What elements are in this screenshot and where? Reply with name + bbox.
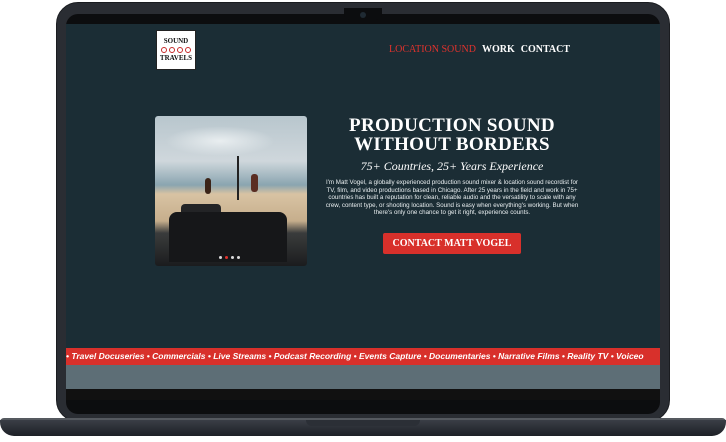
hero-photo-carousel[interactable]: [155, 116, 307, 266]
logo-reels-icon: [161, 47, 191, 53]
contact-button[interactable]: CONTACT MATT VOGEL: [382, 232, 522, 254]
screen-bottom: [66, 389, 660, 400]
site-logo[interactable]: SOUND TRAVELS: [156, 30, 196, 70]
logo-bottom-text: TRAVELS: [159, 54, 193, 62]
nav-location-sound[interactable]: LOCATION SOUND: [389, 44, 476, 55]
photo-sound-gear: [169, 212, 287, 262]
carousel-dot[interactable]: [219, 256, 222, 259]
carousel-dot[interactable]: [237, 256, 240, 259]
laptop-thumb-notch: [306, 420, 420, 426]
carousel-dot-active[interactable]: [225, 256, 228, 259]
laptop-frame: SOUND TRAVELS LOCATION SOUND WORK CONTAC…: [0, 0, 726, 442]
logo-top-text: SOUND: [163, 37, 189, 45]
services-ticker: • Travel Docuseries • Commercials • Live…: [66, 348, 660, 365]
photo-boom-pole: [237, 156, 239, 200]
nav-work[interactable]: WORK: [482, 44, 515, 55]
hero-subtitle: 75+ Countries, 25+ Years Experience: [360, 159, 544, 173]
footer-strip: [66, 365, 660, 389]
hero-title-line2: WITHOUT BORDERS: [354, 134, 550, 155]
nav-contact[interactable]: CONTACT: [521, 44, 570, 55]
hero-title-line1: PRODUCTION SOUND: [349, 115, 555, 136]
website-screen: SOUND TRAVELS LOCATION SOUND WORK CONTAC…: [66, 24, 660, 400]
photo-sky: [165, 126, 275, 156]
photo-person: [205, 178, 211, 194]
photo-person: [251, 174, 258, 192]
carousel-dots: [219, 256, 240, 259]
camera-icon: [360, 12, 366, 18]
hero-section: PRODUCTION SOUND WITHOUT BORDERS 75+ Cou…: [322, 116, 582, 254]
main-nav: LOCATION SOUND WORK CONTACT: [389, 44, 570, 55]
hero-body-text: I'm Matt Vogel, a globally experienced p…: [325, 179, 579, 217]
carousel-dot[interactable]: [231, 256, 234, 259]
